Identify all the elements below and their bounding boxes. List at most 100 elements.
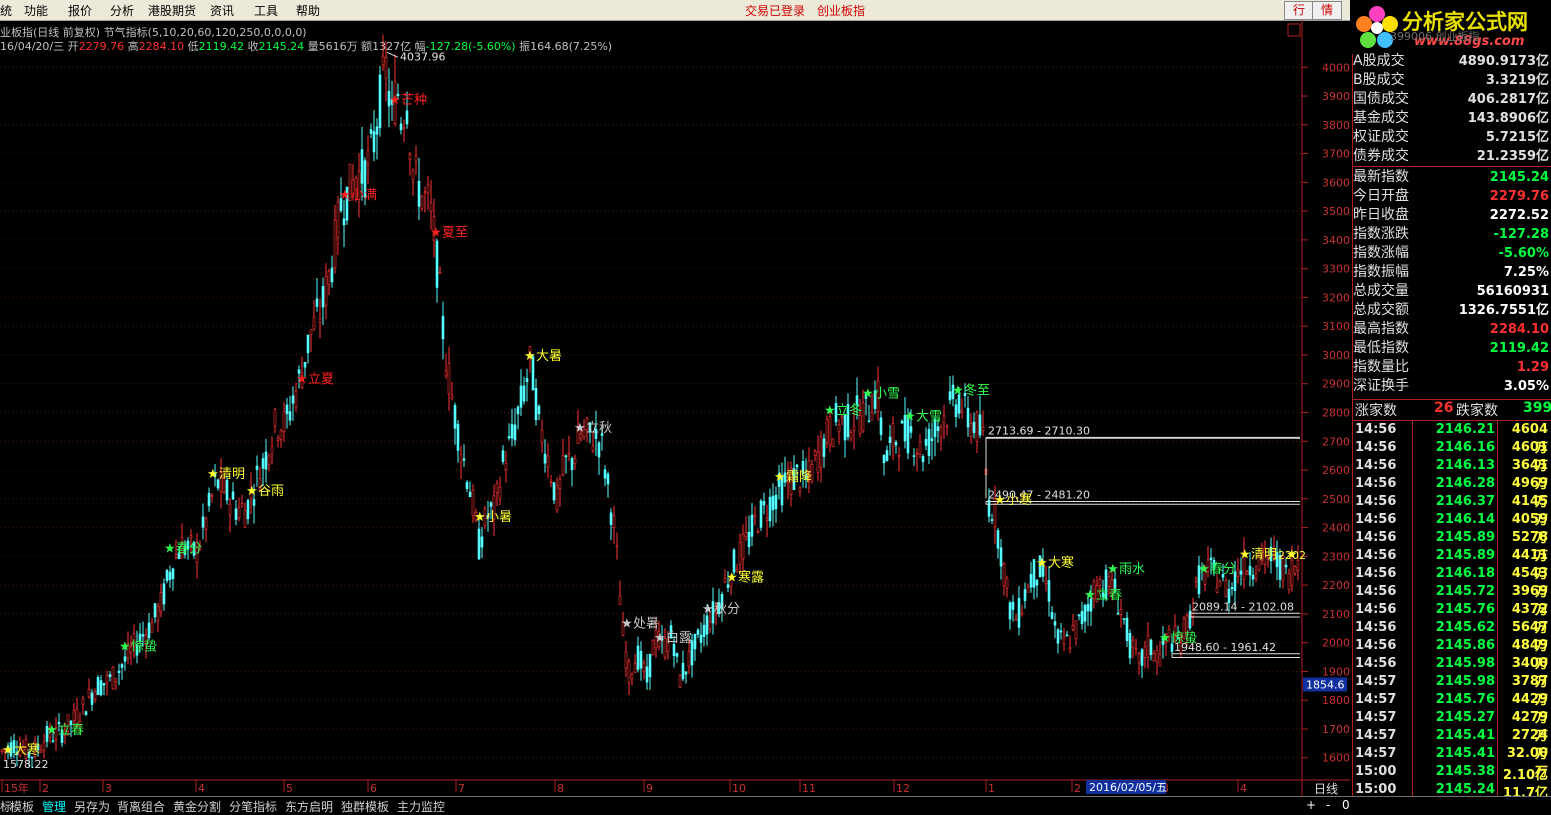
candle-body	[462, 458, 466, 461]
candle-body	[1050, 612, 1054, 619]
reset-icon[interactable]: 0	[1342, 798, 1350, 812]
y-tick-label: 2600	[1322, 464, 1350, 477]
tick-time: 14:56	[1355, 530, 1397, 545]
solar-term-star-icon: ★	[702, 602, 714, 617]
candle-body	[633, 663, 637, 674]
candle-body	[420, 195, 424, 209]
zoom-in-icon[interactable]: +	[1306, 798, 1316, 812]
solar-term-star-icon: ★	[524, 349, 536, 364]
candle-body	[240, 503, 244, 507]
candle-body	[954, 404, 958, 418]
candle-body	[204, 518, 208, 530]
quote-row-label: 指数涨跌	[1353, 226, 1409, 242]
candle-body	[1116, 612, 1120, 615]
site-logo: 分析家公式网 www.88gs.com	[1350, 0, 1551, 54]
candle-body	[891, 423, 895, 448]
low-value: 2119.42	[198, 40, 245, 53]
menu-item-analysis[interactable]: 分析	[110, 2, 134, 19]
menu-item-help[interactable]: 帮助	[296, 2, 320, 19]
candle-body	[408, 154, 412, 160]
candle-body	[960, 409, 964, 413]
y-tick-label: 2700	[1322, 435, 1350, 448]
tick-time: 14:56	[1355, 566, 1397, 581]
level-range-label: 2089.14 - 2102.08	[1192, 600, 1294, 613]
tab-template-9[interactable]: 主力监控	[397, 798, 445, 815]
tick-volume: 2.10亿	[1502, 768, 1548, 783]
x-tick-label: 6	[370, 782, 377, 795]
candle-body	[99, 680, 103, 696]
menu-item-system[interactable]: 统	[0, 2, 12, 19]
tab-template-4[interactable]: 背离组合	[117, 798, 165, 815]
tab-template-6[interactable]: 分笔指标	[229, 798, 277, 815]
candle-body	[93, 691, 97, 700]
period-label[interactable]: 日线	[1314, 780, 1338, 797]
candle-body	[264, 451, 268, 470]
x-tick-label: 3	[105, 782, 112, 795]
candle-body	[978, 414, 982, 436]
candle-body	[798, 487, 802, 493]
solar-term-label: 霜降	[786, 470, 812, 485]
candle-body	[744, 532, 748, 538]
menu-item-info[interactable]: 资讯	[210, 2, 234, 19]
tab-template-3[interactable]: 另存为	[74, 798, 110, 815]
candle-body	[882, 455, 886, 464]
tab-template-7[interactable]: 东方启明	[285, 798, 333, 815]
candle-body	[1125, 617, 1129, 642]
candle-body	[615, 545, 619, 548]
solar-term-star-icon: ★	[2, 743, 14, 758]
bar-date: 16/04/20/三	[0, 40, 65, 53]
candle-body	[795, 464, 799, 468]
tick-time: 14:57	[1355, 710, 1397, 725]
solar-term-label: 清明	[219, 467, 245, 482]
candle-body	[612, 515, 616, 528]
tab-template-5[interactable]: 黄金分割	[173, 798, 221, 815]
tick-time: 15:00	[1355, 782, 1397, 797]
solar-term-star-icon: ★	[1239, 547, 1251, 562]
candle-body	[282, 411, 286, 432]
kline-chart[interactable]: 4000 3900 3800 3700 3600 3500 3400 3300 3200 3100…	[0, 20, 1350, 796]
candle-body	[168, 571, 172, 580]
tick-price: 2145.98	[1435, 674, 1495, 689]
tab-template-2[interactable]: 管理	[42, 798, 66, 815]
candle-body	[1056, 629, 1060, 644]
candle-body	[1017, 597, 1021, 628]
change-value: -127.28(-5.60%)	[425, 40, 516, 53]
menu-item-function[interactable]: 功能	[24, 2, 48, 19]
solar-term-star-icon: ★	[1107, 562, 1119, 577]
menu-bar: 统 功能 报价 分析 港股期货 资讯 工具 帮助 交易已登录 创业板指 行 情	[0, 0, 1551, 21]
candle-body	[702, 624, 706, 638]
tab-template-8[interactable]: 独群模板	[341, 798, 389, 815]
menu-item-tools[interactable]: 工具	[254, 2, 278, 19]
candle-body	[372, 131, 376, 153]
x-tick-label: 2	[42, 782, 49, 795]
candle-body	[837, 424, 841, 433]
tab-info[interactable]: 情	[1312, 1, 1342, 20]
flower-icon	[1356, 6, 1398, 48]
tab-template-1[interactable]: 模板	[10, 798, 34, 815]
tick-price: 2145.86	[1435, 638, 1495, 653]
candle-body	[948, 391, 952, 401]
candle-body	[1218, 581, 1222, 587]
candle-body	[465, 482, 469, 489]
candle-body	[288, 411, 292, 421]
candle-body	[639, 650, 643, 669]
solar-term-label: 芒种	[401, 92, 427, 108]
candle-body	[822, 438, 826, 457]
menu-item-quote[interactable]: 报价	[68, 2, 92, 19]
candle-body	[624, 651, 628, 669]
candle-body	[102, 683, 106, 686]
zoom-out-icon[interactable]: -	[1326, 798, 1330, 812]
tick-price: 2145.89	[1435, 530, 1495, 545]
candle-body	[1047, 580, 1051, 602]
candle-body	[1059, 630, 1063, 633]
candle-body	[819, 436, 823, 468]
candle-body	[1251, 574, 1255, 580]
quote-row-label: 权证成交	[1353, 129, 1409, 145]
menu-item-hk-futures[interactable]: 港股期货	[148, 2, 196, 19]
candle-body	[1134, 648, 1138, 650]
solar-term-label: 冬至	[964, 382, 990, 398]
trade-login-status[interactable]: 交易已登录	[745, 2, 805, 19]
candle-body	[900, 420, 904, 424]
tab-quote[interactable]: 行	[1284, 1, 1314, 20]
candle-body	[684, 671, 688, 675]
